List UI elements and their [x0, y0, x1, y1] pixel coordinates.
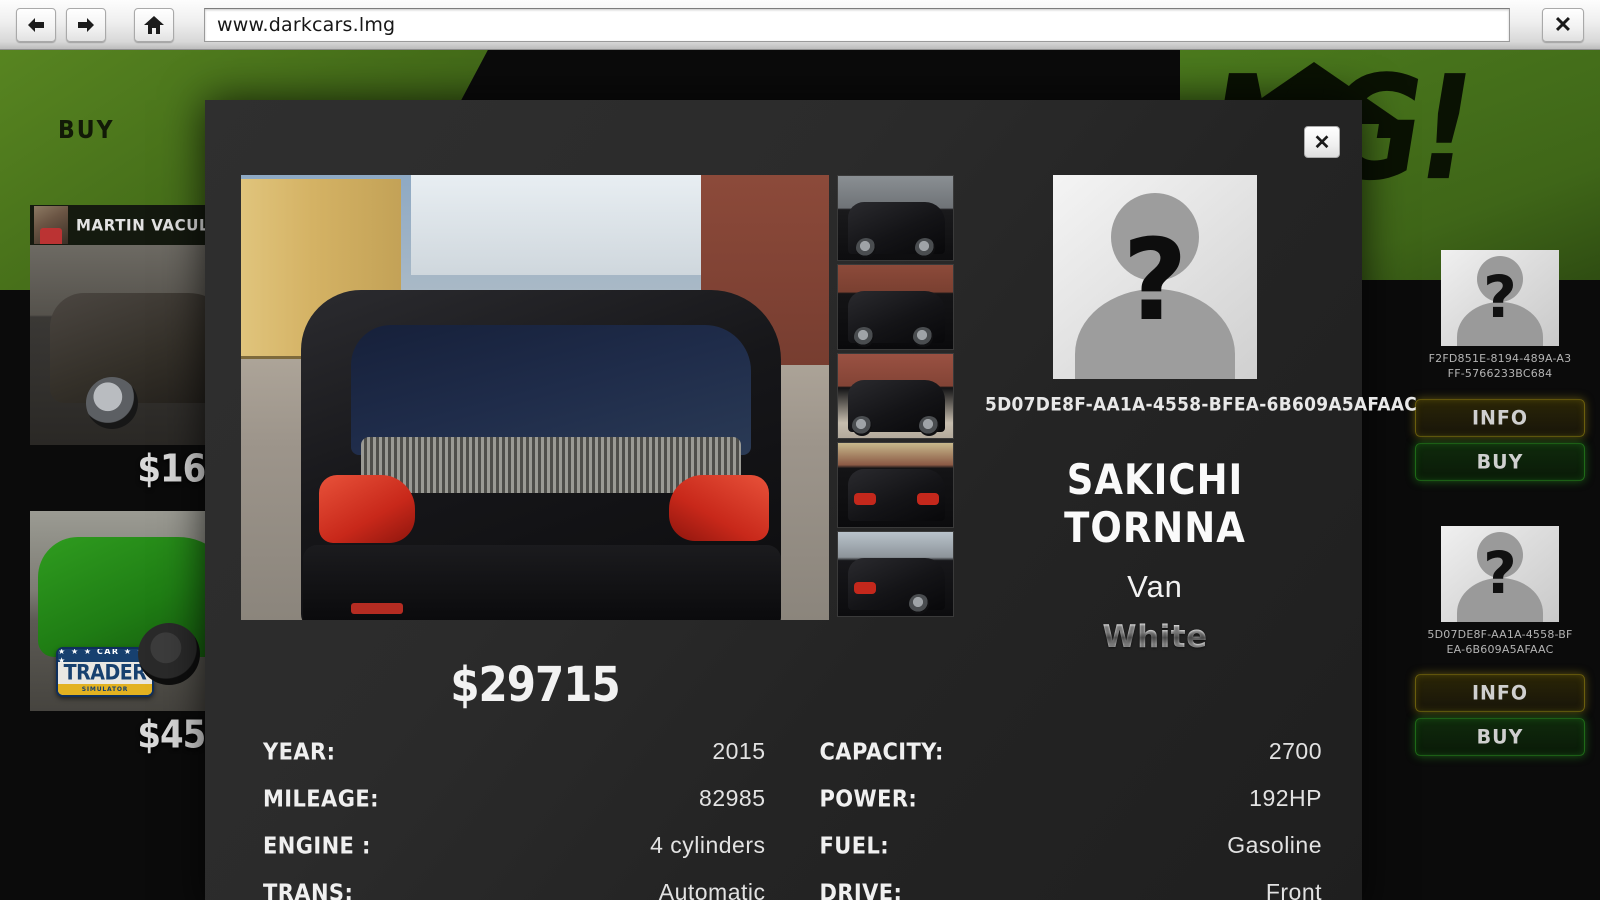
spec-label: MILEAGE: [263, 785, 379, 812]
plate-main-text: TRADER [63, 660, 147, 686]
car-trader-logo: ★ ★ ★ CAR ★ ★ ★ TRADER SIMULATOR [56, 647, 154, 697]
list-item[interactable]: ★ ★ ★ CAR ★ ★ ★ TRADER SIMULATOR $452 [30, 511, 230, 758]
spec-row-capacity: CAPACITY: 2700 [820, 728, 1323, 775]
listing-photo[interactable]: ★ ★ ★ CAR ★ ★ ★ TRADER SIMULATOR [30, 511, 230, 711]
url-text: www.darkcars.lmg [217, 13, 396, 36]
vehicle-name: SAKICHI TORNNA [1064, 455, 1246, 553]
browser-toolbar: www.darkcars.lmg ✕ [0, 0, 1600, 50]
photo-taillight-left [319, 475, 415, 543]
photo-rear-window [351, 325, 751, 455]
list-item[interactable]: ? F2FD851E-8194-489A-A3FF-5766233BC684 I… [1410, 250, 1590, 481]
vehicle-color: White [985, 619, 1325, 655]
spec-label: CAPACITY: [819, 738, 944, 765]
browser-close-button[interactable]: ✕ [1542, 7, 1584, 42]
background-buy-label: BUY [58, 116, 115, 145]
question-mark-icon: ? [1122, 216, 1188, 347]
seller-panel: ? 5D07DE8F-AA1A-4558-BFEA-6B609A5AFAAC S… [985, 175, 1418, 655]
spec-row-engine: ENGINE : 4 cylinders [263, 822, 766, 869]
spec-value: 82985 [699, 785, 766, 811]
vehicle-body-type: Van [1127, 569, 1183, 604]
thumbnail-front-damaged[interactable] [837, 175, 954, 261]
avatar: ? [1053, 175, 1257, 379]
right-listing-column: ? F2FD851E-8194-489A-A3FF-5766233BC684 I… [1410, 250, 1590, 801]
seller-strip: MARTIN VACULÍK [30, 205, 230, 245]
spec-label: POWER: [819, 785, 918, 812]
list-item[interactable]: MARTIN VACULÍK $167 [30, 205, 230, 492]
spec-row-fuel: FUEL: Gasoline [820, 822, 1323, 869]
address-bar[interactable]: www.darkcars.lmg [204, 7, 1510, 42]
listing-uuid: F2FD851E-8194-489A-A3FF-5766233BC684 [1428, 352, 1572, 380]
photo-reflector [351, 603, 403, 614]
thumbnail-strip [837, 175, 954, 620]
spec-value: Front [1265, 879, 1322, 900]
left-listing-column: MARTIN VACULÍK $167 ★ ★ ★ CAR ★ ★ ★ TRAD… [30, 205, 230, 758]
home-button[interactable] [134, 7, 174, 42]
info-button[interactable]: INFO [1415, 398, 1585, 437]
spec-value: Automatic [658, 879, 766, 900]
list-item[interactable]: ? 5D07DE8F-AA1A-4558-BFEA-6B609A5AFAAC I… [1410, 525, 1590, 757]
thumbnail-rear-quarter[interactable] [837, 531, 954, 617]
plate-bottom-text: SIMULATOR [58, 684, 152, 695]
thumbnail-rear[interactable] [837, 442, 954, 528]
seller-uuid: 5D07DE8F-AA1A-4558-BFEA-6B609A5AFAAC [985, 394, 1418, 416]
spec-label: YEAR: [263, 738, 336, 765]
spec-label: ENGINE : [263, 832, 371, 859]
thumbnail-front-quarter[interactable] [837, 264, 954, 350]
spec-row-power: POWER: 192HP [820, 775, 1323, 822]
vehicle-spec-table: YEAR: 2015 CAPACITY: 2700 MILEAGE: 82985… [263, 728, 1322, 900]
vehicle-detail-dialog: ✕ $29715 ? 5D07DE8F-AA1A-4558-BFEA-6B609… [205, 100, 1418, 900]
spec-value: 2700 [1268, 738, 1322, 764]
listing-price: $167 [137, 446, 229, 492]
listing-uuid: 5D07DE8F-AA1A-4558-BFEA-6B609A5AFAAC [1427, 627, 1573, 656]
spec-row-year: YEAR: 2015 [263, 728, 766, 775]
vehicle-main-photo[interactable] [241, 175, 829, 620]
buy-button[interactable]: BUY [1415, 718, 1585, 757]
vehicle-price: $29715 [450, 656, 620, 713]
photo-taillight-right [669, 475, 769, 541]
spec-label: TRANS: [263, 879, 354, 900]
back-button[interactable] [16, 7, 56, 42]
spec-label: DRIVE: [819, 879, 903, 900]
spec-label: FUEL: [819, 832, 890, 859]
avatar: ? [1441, 250, 1559, 346]
spec-value: 192HP [1249, 785, 1322, 811]
spec-row-drive: DRIVE: Front [820, 869, 1323, 900]
thumbnail-side-profile[interactable] [837, 353, 954, 439]
avatar: ? [1441, 525, 1559, 622]
game-page: BUY MG! MARTIN VACULÍK $167 ★ ★ ★ CAR ★ … [0, 50, 1600, 900]
info-button[interactable]: INFO [1415, 674, 1585, 713]
listing-price: $452 [137, 712, 229, 758]
spec-value: 4 cylinders [650, 832, 766, 858]
buy-button[interactable]: BUY [1415, 442, 1585, 481]
forward-button[interactable] [66, 7, 106, 42]
photo-white-trailer [411, 175, 711, 275]
close-icon[interactable]: ✕ [1304, 126, 1340, 158]
question-mark-icon: ? [1483, 538, 1517, 607]
spec-row-mileage: MILEAGE: 82985 [263, 775, 766, 822]
spec-value: Gasoline [1227, 832, 1322, 858]
question-mark-icon: ? [1483, 262, 1517, 331]
avatar [34, 206, 68, 244]
spec-row-trans: TRANS: Automatic [263, 869, 766, 900]
spec-value: 2015 [712, 738, 766, 764]
listing-photo[interactable] [30, 245, 230, 445]
